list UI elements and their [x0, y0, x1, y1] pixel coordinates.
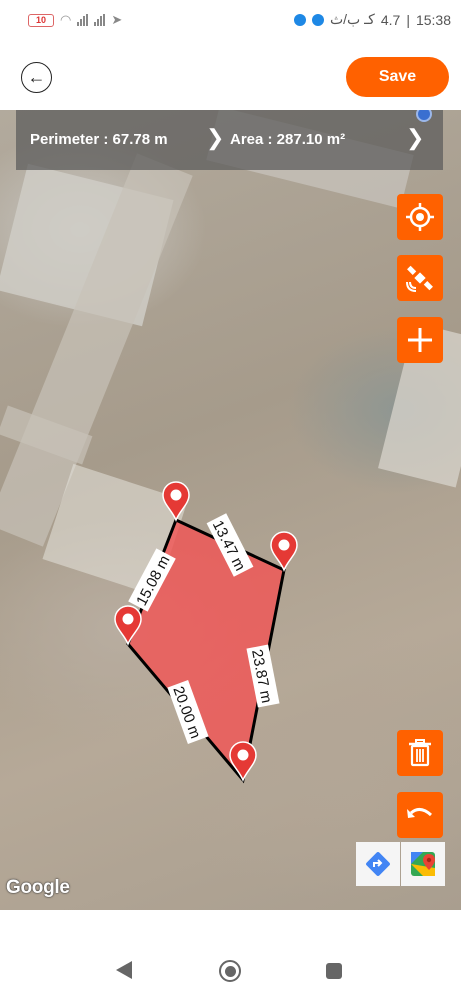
- chevron-right-icon[interactable]: ❯: [206, 125, 224, 151]
- current-location-dot: [416, 110, 432, 122]
- satellite-icon: [406, 265, 433, 292]
- crosshair-target-icon: [406, 203, 434, 231]
- nav-home-icon[interactable]: [219, 960, 241, 982]
- undo-button[interactable]: [397, 792, 443, 838]
- status-right: كـ ب/ث 4.7 | 15:38: [293, 11, 451, 28]
- arrow-left-icon: ←: [27, 67, 46, 87]
- add-point-button[interactable]: [397, 317, 443, 363]
- perimeter-label: Perimeter : 67.78 m: [30, 131, 168, 148]
- chevron-right-icon[interactable]: ❯: [406, 125, 424, 151]
- carrier-label: كـ ب/ث: [329, 11, 375, 27]
- messenger-icon: [311, 13, 324, 26]
- area-label: Area : 287.10 m²: [230, 131, 346, 148]
- network-speed: 4.7: [380, 11, 401, 28]
- save-button[interactable]: Save: [346, 57, 449, 97]
- area-polygon-layer: 13.47 m23.87 m20.00 m15.08 m: [114, 481, 298, 784]
- plus-icon: [408, 328, 432, 352]
- signal-icon-2: [94, 14, 106, 26]
- wifi-icon: ◠: [60, 12, 72, 27]
- location-arrow-icon: ➤: [111, 12, 123, 27]
- google-attribution: Google: [6, 877, 70, 898]
- battery-level: 10: [35, 15, 46, 25]
- app-header: ← Save: [0, 40, 461, 110]
- delete-button[interactable]: [397, 730, 443, 776]
- status-bar: 10 ◠ ➤ كـ ب/ث 4.7 | 15:38: [0, 0, 461, 40]
- nav-recents-icon[interactable]: [326, 963, 342, 979]
- vertex-pin-icon[interactable]: [229, 741, 257, 783]
- undo-icon: [407, 808, 433, 818]
- vertex-pin-icon[interactable]: [162, 481, 190, 523]
- measurement-bar: Perimeter : 67.78 m ❯ Area : 287.10 m² ❯: [16, 110, 443, 170]
- separator: |: [406, 11, 410, 28]
- status-left: 10 ◠ ➤: [28, 12, 122, 28]
- google-maps-icon: [411, 852, 435, 876]
- battery-icon: 10: [28, 13, 54, 27]
- trash-icon: [409, 739, 431, 767]
- locate-button[interactable]: [397, 194, 443, 240]
- satellite-map[interactable]: 13.47 m 23.87 m 20.00 m 15.08 m Perimeter :…: [0, 110, 461, 910]
- app-notification-icon: [293, 13, 306, 26]
- signal-icon: [77, 14, 89, 26]
- system-nav-bar: [0, 910, 461, 1000]
- nav-back-icon[interactable]: [116, 961, 132, 979]
- open-in-maps-button[interactable]: [401, 842, 445, 886]
- directions-button[interactable]: [356, 842, 400, 886]
- satellite-layer-button[interactable]: [397, 255, 443, 301]
- directions-icon: [366, 852, 390, 876]
- clock: 15:38: [415, 11, 451, 28]
- back-button[interactable]: ←: [21, 62, 52, 93]
